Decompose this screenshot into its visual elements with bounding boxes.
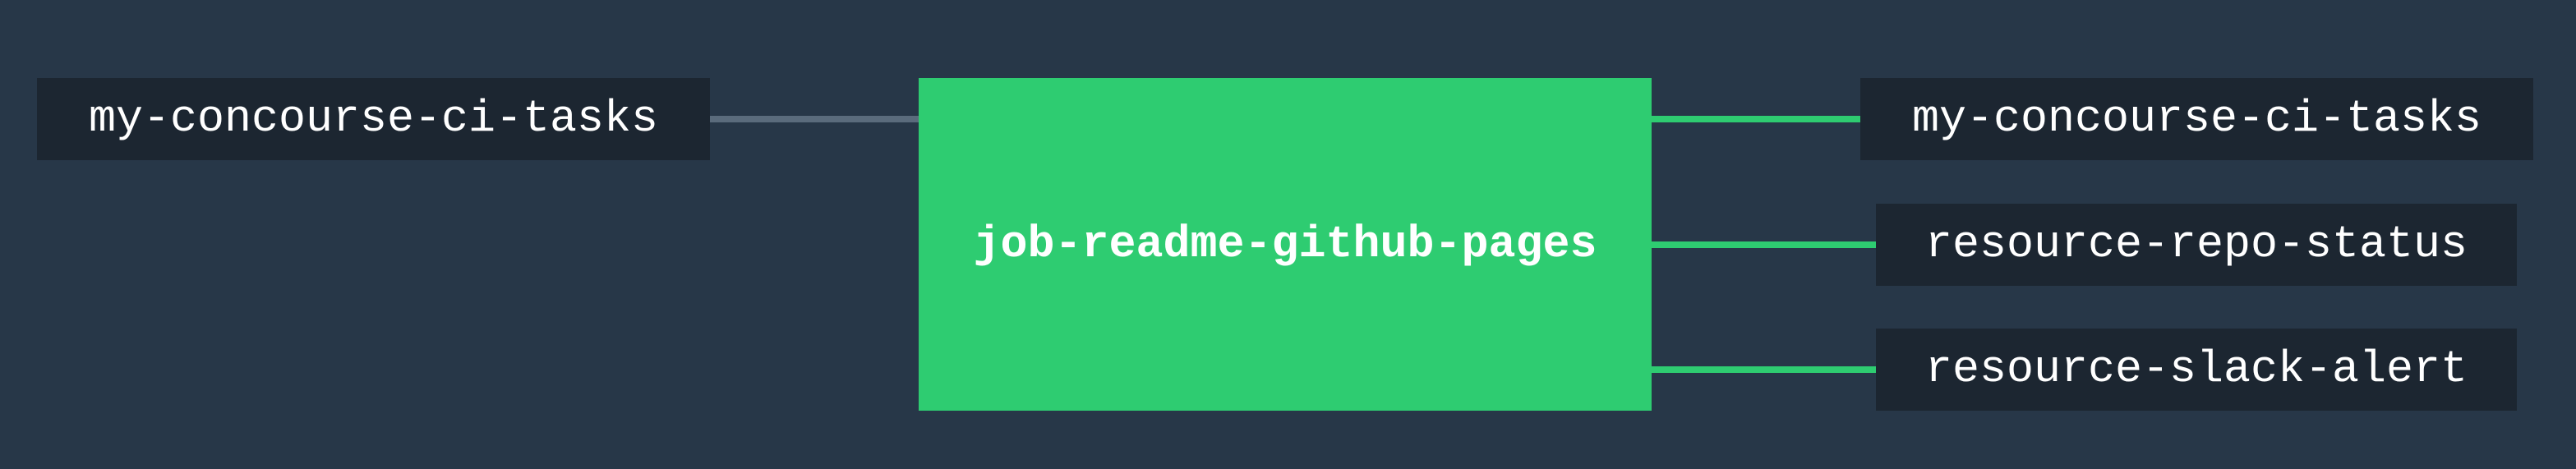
output-connector-line [1652, 116, 1860, 122]
output-connector-line [1652, 241, 1876, 248]
output-connector-line [1652, 366, 1876, 373]
pipeline-canvas: my-concourse-ci-tasks job-readme-github-… [0, 0, 2576, 469]
output-resource-repo-status[interactable]: resource-repo-status [1876, 204, 2517, 286]
input-resource-my-concourse-ci-tasks[interactable]: my-concourse-ci-tasks [37, 78, 710, 160]
job-node[interactable]: job-readme-github-pages [919, 78, 1652, 411]
output-resource-slack-alert[interactable]: resource-slack-alert [1876, 329, 2517, 411]
input-connector-line [710, 116, 919, 122]
output-resource-my-concourse-ci-tasks[interactable]: my-concourse-ci-tasks [1860, 78, 2533, 160]
job-title: job-readme-github-pages [973, 218, 1597, 270]
